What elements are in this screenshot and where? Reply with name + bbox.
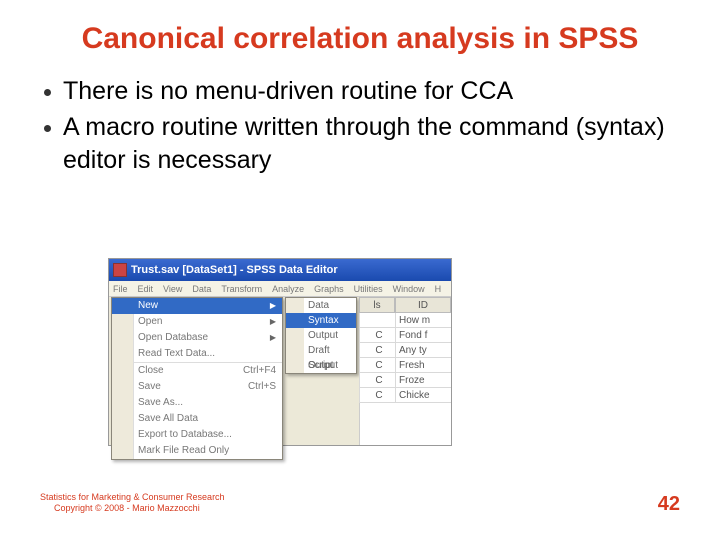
file-menu-markro-label: Mark File Read Only (138, 443, 229, 459)
file-menu-close[interactable]: Close Ctrl+F4 (112, 363, 282, 379)
sheet-cell[interactable]: Chicke (395, 388, 451, 403)
file-menu-open[interactable]: Open ▶ (112, 314, 282, 330)
menu-edit[interactable]: Edit (138, 284, 154, 294)
file-menu-saveas[interactable]: Save As... (112, 395, 282, 411)
submenu-arrow-icon: ▶ (270, 298, 276, 314)
menu-transform[interactable]: Transform (221, 284, 262, 294)
submenu-output[interactable]: Output (286, 328, 356, 343)
sheet-cell[interactable]: Fond f (395, 328, 451, 343)
file-menu-dropdown: New ▶ Open ▶ Open Database ▶ Read Text D… (111, 297, 283, 460)
sheet-col-right: ID How m Fond f Any ty Fresh Froze Chick… (395, 297, 451, 445)
file-menu-save[interactable]: Save Ctrl+S (112, 379, 282, 395)
submenu-data[interactable]: Data (286, 298, 356, 313)
menu-file[interactable]: File (113, 284, 128, 294)
sheet-cell[interactable]: C (359, 343, 395, 358)
file-menu-save-label: Save (138, 379, 161, 395)
slide-title: Canonical correlation analysis in SPSS (0, 0, 720, 75)
bullet-item: A macro routine written through the comm… (44, 111, 680, 176)
bullet-text: There is no menu-driven routine for CCA (63, 75, 513, 108)
bullet-dot-icon (44, 125, 51, 132)
menubar: File Edit View Data Transform Analyze Gr… (109, 281, 451, 297)
file-menu-new[interactable]: New ▶ (112, 298, 282, 314)
sheet-cell[interactable] (359, 313, 395, 328)
submenu-draft[interactable]: Draft Output (286, 343, 356, 358)
file-menu-saveall[interactable]: Save All Data (112, 411, 282, 427)
file-menu-readtext-label: Read Text Data... (138, 346, 215, 362)
page-number: 42 (658, 493, 680, 516)
menu-analyze[interactable]: Analyze (272, 284, 304, 294)
file-menu-new-label: New (138, 298, 158, 314)
submenu-arrow-icon: ▶ (270, 314, 276, 330)
spss-screenshot: Trust.sav [DataSet1] - SPSS Data Editor … (108, 258, 452, 446)
footer-line2: Copyright © 2008 - Mario Mazzocchi (40, 503, 225, 514)
file-menu-close-shortcut: Ctrl+F4 (243, 363, 276, 379)
sheet-cell[interactable]: C (359, 358, 395, 373)
bullet-list: There is no menu-driven routine for CCA … (0, 75, 720, 177)
new-submenu: Data Syntax Output Draft Output Script (285, 297, 357, 374)
menu-window[interactable]: Window (393, 284, 425, 294)
sheet-cell[interactable]: C (359, 373, 395, 388)
window-body: New ▶ Open ▶ Open Database ▶ Read Text D… (109, 297, 451, 445)
bullet-dot-icon (44, 89, 51, 96)
bullet-text: A macro routine written through the comm… (63, 111, 680, 176)
file-menu-readtext[interactable]: Read Text Data... (112, 346, 282, 362)
file-menu-close-label: Close (138, 363, 164, 379)
sheet-cell[interactable]: How m (395, 313, 451, 328)
file-menu-saveas-label: Save As... (138, 395, 183, 411)
file-menu-save-shortcut: Ctrl+S (248, 379, 276, 395)
file-menu-exportdb-label: Export to Database... (138, 427, 232, 443)
titlebar: Trust.sav [DataSet1] - SPSS Data Editor (109, 259, 451, 281)
col-header[interactable]: ls (359, 297, 395, 313)
footer-line1: Statistics for Marketing & Consumer Rese… (40, 492, 225, 503)
sheet-cell[interactable]: C (359, 328, 395, 343)
col-header[interactable]: ID (395, 297, 451, 313)
file-menu-open-label: Open (138, 314, 162, 330)
menu-help[interactable]: H (435, 284, 442, 294)
sheet-cell[interactable]: Froze (395, 373, 451, 388)
sheet-cell[interactable]: Any ty (395, 343, 451, 358)
menu-data[interactable]: Data (192, 284, 211, 294)
sheet-cell[interactable]: Fresh (395, 358, 451, 373)
submenu-arrow-icon: ▶ (270, 330, 276, 346)
submenu-script[interactable]: Script (286, 358, 356, 373)
data-sheet: ls C C C C C ID How m Fond f Any ty Fres… (359, 297, 451, 445)
menu-graphs[interactable]: Graphs (314, 284, 344, 294)
bullet-item: There is no menu-driven routine for CCA (44, 75, 680, 108)
sheet-col-left: ls C C C C C (359, 297, 395, 445)
menu-view[interactable]: View (163, 284, 182, 294)
file-menu-opendb-label: Open Database (138, 330, 208, 346)
app-icon (113, 263, 127, 277)
sheet-cell[interactable]: C (359, 388, 395, 403)
footer-text: Statistics for Marketing & Consumer Rese… (40, 492, 225, 515)
menu-utilities[interactable]: Utilities (354, 284, 383, 294)
window-title: Trust.sav [DataSet1] - SPSS Data Editor (131, 264, 338, 276)
submenu-syntax[interactable]: Syntax (286, 313, 356, 328)
file-menu-opendb[interactable]: Open Database ▶ (112, 330, 282, 346)
file-menu-markro[interactable]: Mark File Read Only (112, 443, 282, 459)
file-menu-saveall-label: Save All Data (138, 411, 198, 427)
file-menu-exportdb[interactable]: Export to Database... (112, 427, 282, 443)
